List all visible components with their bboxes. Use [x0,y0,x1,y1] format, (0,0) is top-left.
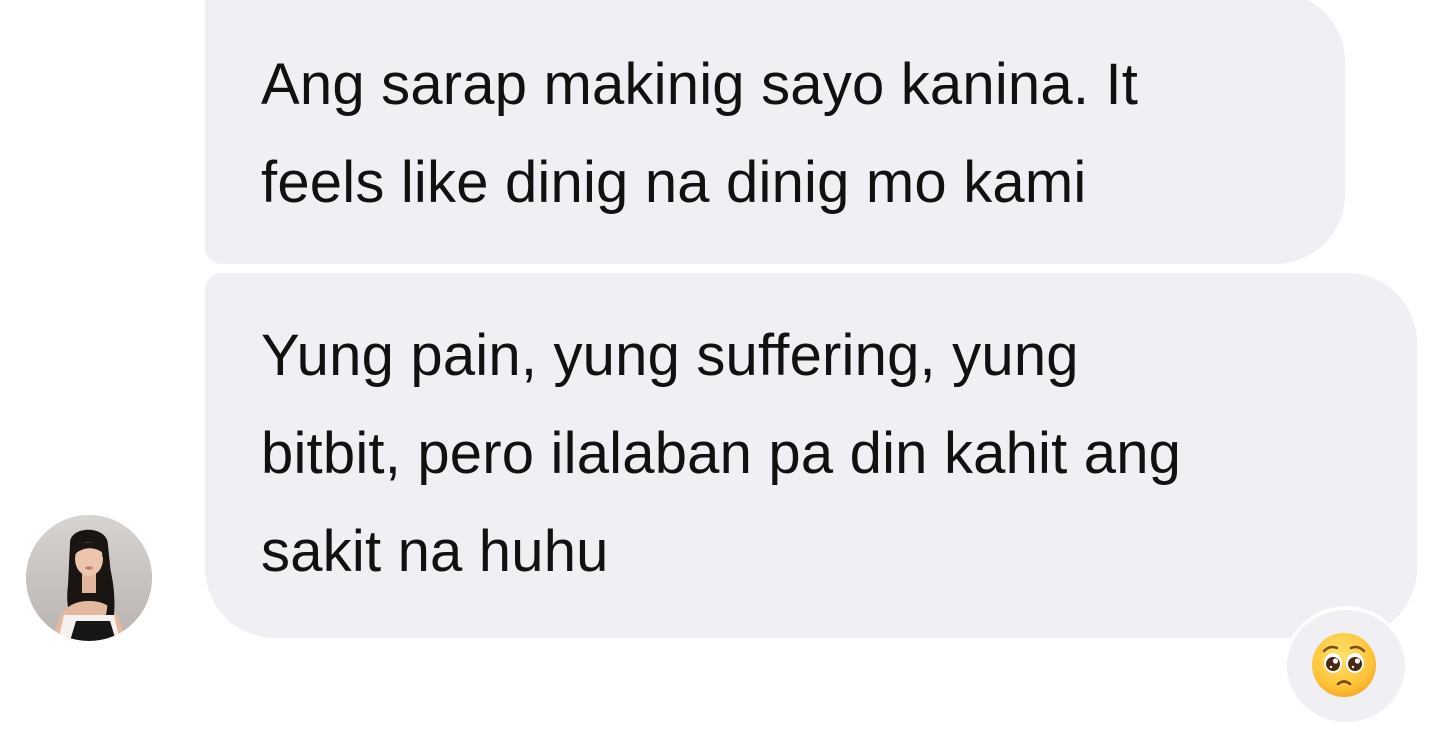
message-text-line: sakit na huhu [261,519,609,584]
avatar-image [26,515,152,641]
message-text-line: bitbit, pero ilalaban pa din kahit ang [261,421,1182,486]
avatar[interactable] [26,515,152,641]
message-text-line: feels like dinig na dinig mo kami [261,150,1087,215]
pleading-face-emoji-icon [1312,633,1376,697]
message-bubble[interactable]: Ang sarap makinig sayo kanina. It feels … [205,0,1345,264]
message-reaction[interactable] [1283,606,1409,732]
message-text-line: Yung pain, yung suffering, yung [261,323,1079,388]
message-bubble[interactable]: Yung pain, yung suffering, yung bitbit, … [205,273,1417,638]
message-text-line: Ang sarap makinig sayo kanina. It [261,52,1139,117]
